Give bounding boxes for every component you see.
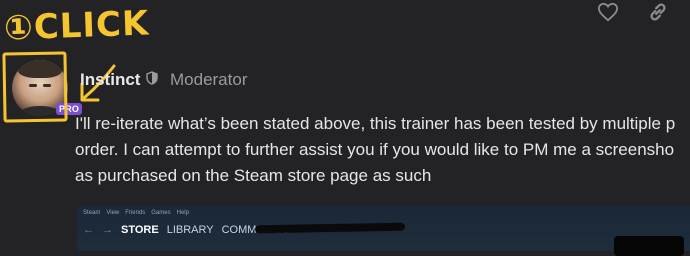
post-author[interactable]: Instinct xyxy=(80,70,159,90)
back-arrow-icon: ← xyxy=(83,224,94,236)
steam-menu-item: Games xyxy=(151,210,171,216)
steam-screenshot[interactable]: Steam View Friends Games Help ← → STORE … xyxy=(77,206,690,256)
username[interactable]: Instinct xyxy=(80,70,140,90)
annotation-box xyxy=(2,51,68,123)
heart-icon[interactable] xyxy=(596,0,620,24)
steam-menu-item: Help xyxy=(176,210,189,216)
annotation-label: ①CLICK xyxy=(3,3,151,49)
link-icon[interactable] xyxy=(646,0,670,24)
post-body: I'll re-iterate what’s been stated above… xyxy=(75,111,690,189)
user-role: Moderator xyxy=(170,70,248,89)
redaction-mark xyxy=(614,236,684,256)
steam-menu-bar: Steam View Friends Games Help xyxy=(83,210,189,216)
post-line: order. I can attempt to further assist y… xyxy=(75,140,675,159)
steam-menu-item: View xyxy=(106,210,120,216)
post-actions xyxy=(596,0,670,24)
forward-arrow-icon: → xyxy=(102,224,113,236)
steam-menu-item: Friends xyxy=(125,210,146,216)
redaction-mark xyxy=(254,222,406,234)
post-line: I'll re-iterate what’s been stated above… xyxy=(75,114,676,133)
moderator-shield-icon xyxy=(146,70,159,90)
post-line: as purchased on the Steam store page as … xyxy=(75,166,432,185)
steam-menu-item: Steam xyxy=(83,210,101,216)
steam-nav-library: LIBRARY xyxy=(166,224,214,236)
steam-nav-store: STORE xyxy=(121,224,159,236)
